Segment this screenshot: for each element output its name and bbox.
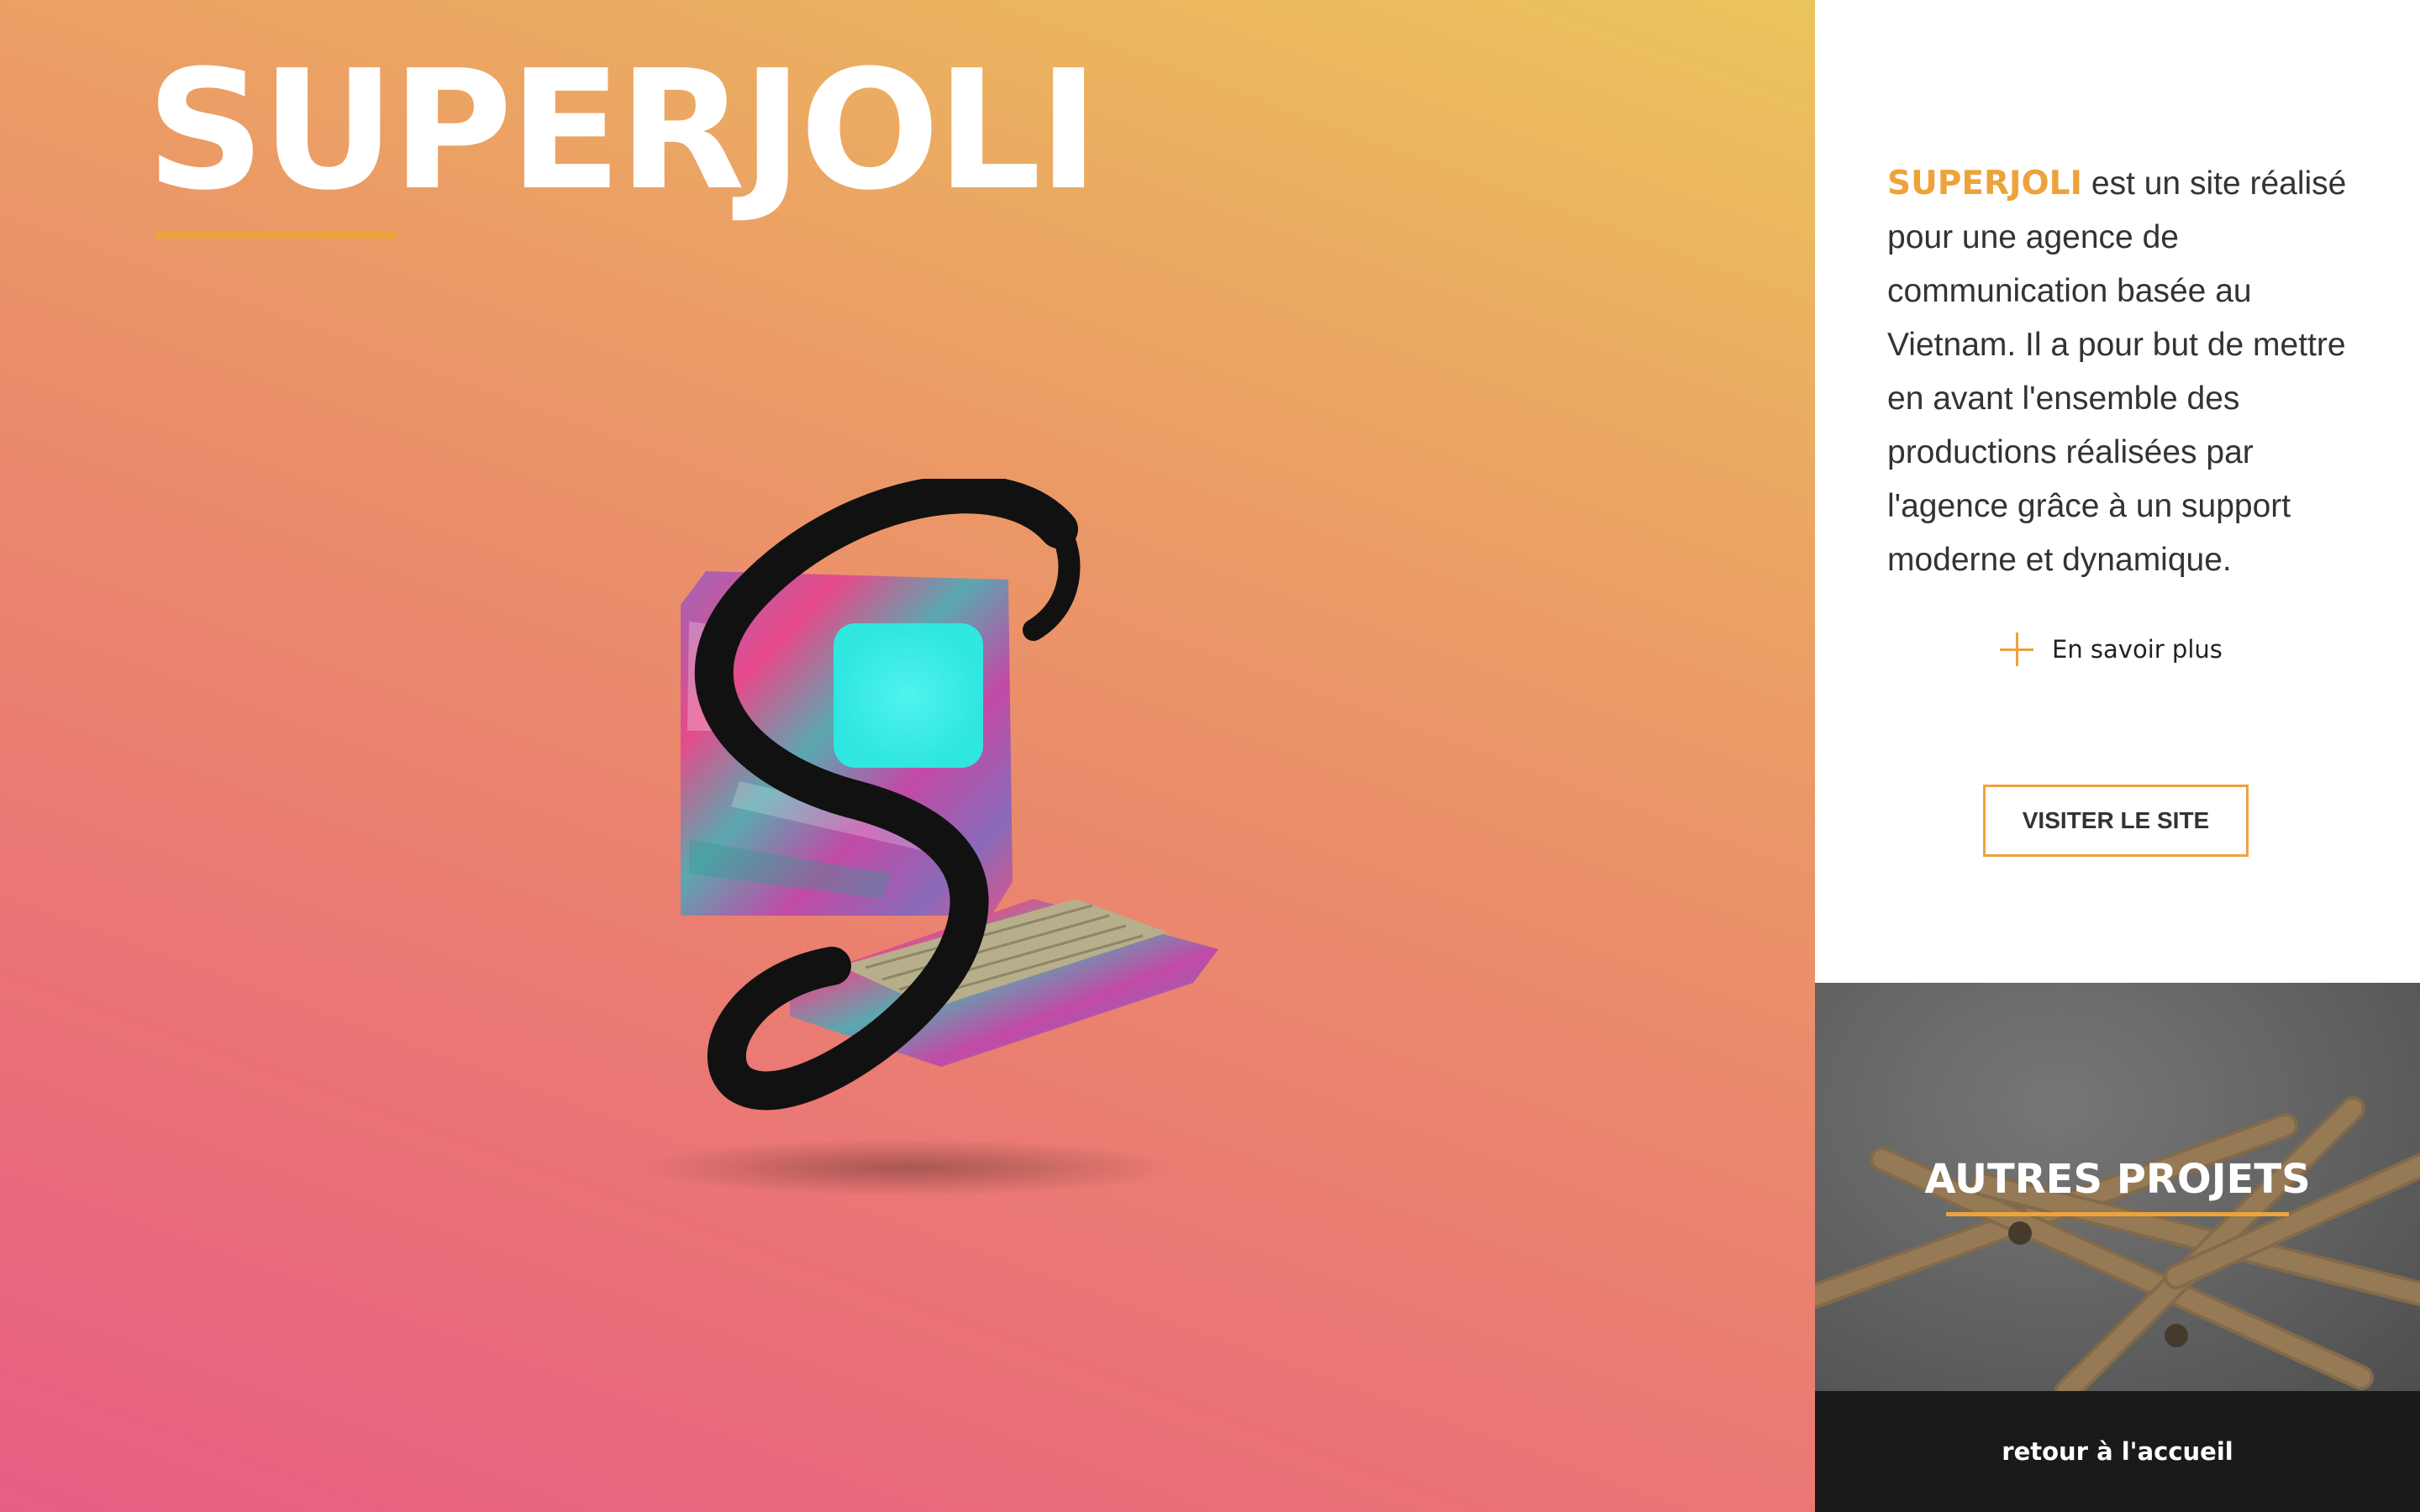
other-projects-title: AUTRES PROJETS — [1924, 1156, 2311, 1203]
other-projects-card[interactable]: AUTRES PROJETS — [1815, 983, 2420, 1391]
retro-computer-illustration — [639, 479, 1218, 1196]
brand-name: SUPERJOLI — [1887, 165, 2083, 202]
other-projects-underline — [1946, 1212, 2289, 1216]
project-info-panel: SUPERJOLI est un site réalisé pour une a… — [1815, 0, 2420, 983]
learn-more-link[interactable]: En savoir plus — [2000, 628, 2223, 670]
plus-icon — [2000, 633, 2033, 666]
project-description: SUPERJOLI est un site réalisé pour une a… — [1887, 157, 2358, 587]
learn-more-label: En savoir plus — [2052, 635, 2223, 664]
hero-section: SUPERJOLI — [0, 0, 1815, 1512]
description-text: est un site réalisé pour une agence de c… — [1887, 165, 2347, 578]
back-home-link[interactable]: retour à l'accueil — [1815, 1391, 2420, 1512]
hero-title: SUPERJOLI — [146, 35, 1099, 227]
hero-title-underline — [155, 231, 397, 239]
visit-site-button[interactable]: VISITER LE SITE — [1983, 785, 2249, 857]
